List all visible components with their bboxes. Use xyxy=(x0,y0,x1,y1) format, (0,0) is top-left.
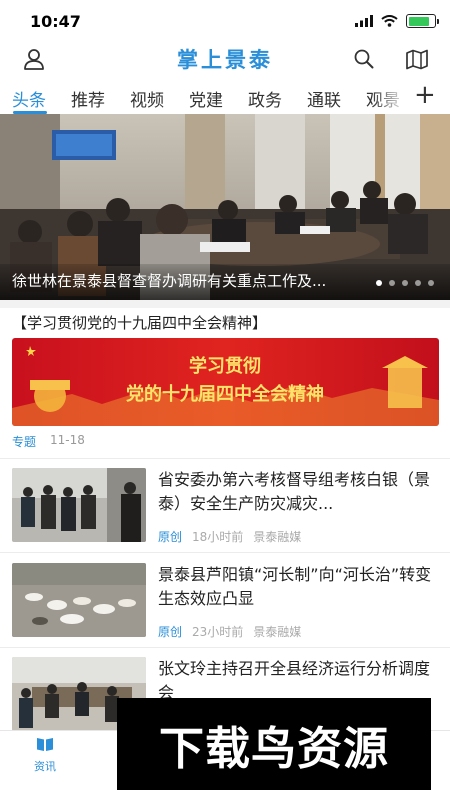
news-item[interactable]: 景泰县芦阳镇“河长制”向“河长治”转变生态效应凸显 原创 23小时前 景泰融媒 xyxy=(0,563,450,657)
battery-level xyxy=(408,16,429,26)
banner-text-line2: 党的十九届四中全会精神 xyxy=(126,383,324,405)
news-origin: 原创 xyxy=(158,625,183,639)
news-time: 18小时前 xyxy=(192,530,244,544)
tab-recommend[interactable]: 推荐 xyxy=(71,86,105,111)
nav-label-news: 资讯 xyxy=(34,760,56,773)
watermark-overlay: 下载鸟资源 xyxy=(117,698,431,790)
carousel-indicator xyxy=(376,280,434,286)
app-header: 掌上景泰 xyxy=(0,40,450,78)
carousel-dot[interactable] xyxy=(428,280,434,286)
tab-government[interactable]: 政务 xyxy=(248,86,282,111)
news-time: 23小时前 xyxy=(192,625,244,639)
signal-icon xyxy=(355,15,373,27)
watermark-text: 下载鸟资源 xyxy=(158,721,389,775)
tab-party[interactable]: 党建 xyxy=(189,86,223,111)
news-source: 景泰融媒 xyxy=(253,625,302,639)
map-icon[interactable] xyxy=(404,46,430,72)
news-title[interactable]: 省安委办第六考核督导组考核白银（景泰）安全生产防灾减灾... xyxy=(158,468,438,516)
hero-caption[interactable]: 徐世林在景泰县督查督办调研有关重点工作及... xyxy=(12,270,372,291)
carousel-dot[interactable] xyxy=(376,280,382,286)
status-bar: 10:47 xyxy=(0,0,450,40)
carousel-dot[interactable] xyxy=(415,280,421,286)
special-topic-banner[interactable]: 学习贯彻 党的十九届四中全会精神 xyxy=(12,338,439,426)
tab-video[interactable]: 视频 xyxy=(130,86,164,111)
status-icons xyxy=(355,14,439,28)
special-topic-heading[interactable]: 【学习贯彻党的十九届四中全会精神】 xyxy=(12,312,267,333)
news-origin: 原创 xyxy=(158,530,183,544)
topic-date: 11-18 xyxy=(50,433,85,447)
news-title[interactable]: 景泰县芦阳镇“河长制”向“河长治”转变生态效应凸显 xyxy=(158,563,438,611)
tab-headlines[interactable]: 头条 xyxy=(12,86,46,111)
news-thumbnail xyxy=(12,468,146,542)
carousel-dot[interactable] xyxy=(389,280,395,286)
search-icon[interactable] xyxy=(351,46,377,72)
news-thumbnail xyxy=(12,563,146,637)
topic-label: 专题 xyxy=(12,435,37,449)
news-meta: 原创 23小时前 景泰融媒 xyxy=(158,623,301,640)
battery-icon xyxy=(406,14,439,28)
special-topic-meta: 专题 11-18 xyxy=(12,433,85,450)
news-source: 景泰融媒 xyxy=(253,530,302,544)
plus-icon[interactable]: + xyxy=(414,80,436,110)
wifi-icon xyxy=(381,15,398,27)
carousel-dot[interactable] xyxy=(402,280,408,286)
app-title: 掌上景泰 xyxy=(177,47,273,72)
book-icon xyxy=(37,738,53,751)
nav-item-news[interactable]: 资讯 xyxy=(20,735,70,774)
category-tabs: 头条 推荐 视频 党建 政务 通联 观景 + xyxy=(0,78,450,114)
tab-liaison[interactable]: 通联 xyxy=(307,86,341,111)
news-meta: 原创 18小时前 景泰融媒 xyxy=(158,528,301,545)
status-time: 10:47 xyxy=(30,12,81,31)
hero-carousel[interactable]: 徐世林在景泰县督查督办调研有关重点工作及... xyxy=(0,114,450,300)
news-item[interactable]: 省安委办第六考核督导组考核白银（景泰）安全生产防灾减灾... 原创 18小时前 … xyxy=(0,468,450,562)
banner-text-line1: 学习贯彻 xyxy=(189,355,261,377)
